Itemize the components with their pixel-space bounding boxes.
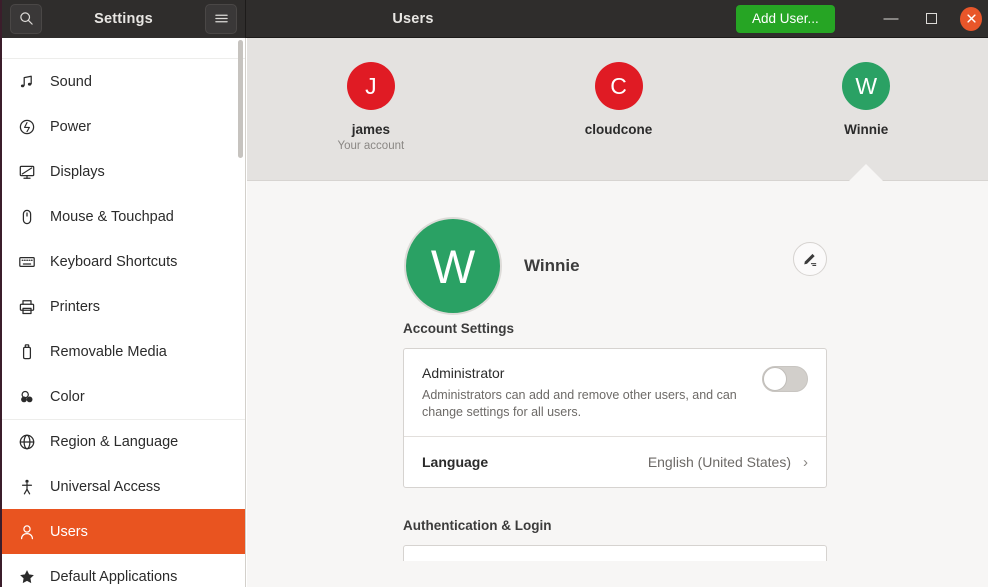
sidebar-item-color[interactable]: Color	[2, 374, 245, 419]
sidebar-item-displays[interactable]: Displays	[2, 149, 245, 194]
window-title: Settings	[94, 10, 153, 27]
printer-icon	[18, 298, 36, 316]
star-icon	[18, 568, 36, 586]
authentication-card	[403, 545, 827, 561]
language-value: English (United States)	[647, 454, 791, 470]
sidebar-item-label: Keyboard Shortcuts	[50, 253, 178, 270]
account-settings-card: Administrator Administrators can add and…	[403, 348, 827, 488]
authentication-title: Authentication & Login	[403, 518, 552, 533]
carousel-user-name: cloudcone	[584, 122, 653, 137]
sidebar-item-label: Color	[50, 388, 85, 405]
carousel-user-subtitle: Your account	[337, 140, 405, 152]
mouse-icon	[18, 208, 36, 226]
minimize-button[interactable]: —	[880, 8, 902, 30]
carousel-user-name: Winnie	[844, 122, 889, 137]
sidebar-clipped-row	[2, 38, 245, 59]
language-label: Language	[422, 454, 489, 470]
add-user-button[interactable]: Add User...	[736, 4, 835, 33]
sidebar-item-label: Removable Media	[50, 343, 167, 360]
sidebar-item-users[interactable]: Users	[2, 509, 245, 554]
sidebar-item-label: Sound	[50, 73, 92, 90]
sidebar-list: Sound Power Displays Mouse & Touchpad Keyboa…	[2, 59, 245, 587]
carousel-user-name: james	[351, 122, 390, 137]
window-controls: —	[880, 0, 982, 38]
title-bar: Settings Users Add User... —	[2, 0, 988, 38]
sound-icon	[18, 73, 36, 91]
toggle-knob	[763, 367, 787, 391]
main-content: Jjames Your account Ccloudcone W Winnie W Wi…	[247, 38, 988, 587]
profile-header: W Winnie	[247, 181, 988, 321]
user-icon	[18, 523, 36, 541]
profile-name: Winnie	[524, 256, 580, 275]
maximize-button[interactable]	[920, 8, 942, 30]
administrator-toggle[interactable]	[762, 366, 808, 392]
sidebar: Sound Power Displays Mouse & Touchpad Keyboa…	[2, 38, 246, 587]
removable-media-icon	[18, 343, 36, 361]
page-title: Users	[392, 10, 434, 27]
sidebar-item-label: Universal Access	[50, 478, 161, 495]
carousel-user-cloudcone[interactable]: Ccloudcone	[495, 62, 743, 137]
sidebar-scrollbar-thumb[interactable]	[238, 40, 243, 158]
sidebar-scrollbar[interactable]	[237, 38, 244, 587]
titlebar-right-section: Users Add User... —	[246, 0, 988, 38]
sidebar-item-label: Printers	[50, 298, 100, 315]
power-icon	[18, 118, 36, 136]
sidebar-item-mouse-touchpad[interactable]: Mouse & Touchpad	[2, 194, 245, 239]
sidebar-item-label: Default Applications	[50, 568, 178, 585]
carousel-user-james[interactable]: Jjames Your account	[247, 62, 495, 152]
sidebar-item-region-language[interactable]: Region & Language	[2, 419, 245, 464]
color-icon	[18, 388, 36, 406]
displays-icon	[18, 163, 36, 181]
account-settings-title: Account Settings	[403, 321, 515, 336]
pencil-edit-icon[interactable]	[793, 242, 827, 276]
administrator-description: Administrators can add and remove other …	[422, 388, 737, 419]
sidebar-item-label: Users	[50, 523, 88, 540]
search-icon[interactable]	[10, 3, 42, 34]
carousel-user-winnie[interactable]: W Winnie	[742, 62, 988, 137]
administrator-row: Administrator Administrators can add and…	[404, 349, 826, 436]
globe-icon	[18, 433, 36, 451]
user-carousel: Jjames Your account Ccloudcone W Winnie	[247, 38, 988, 181]
sidebar-item-label: Displays	[50, 163, 105, 180]
account-settings-section: Account Settings Administrator Administr…	[403, 321, 827, 488]
maximize-icon	[925, 13, 937, 24]
sidebar-item-printers[interactable]: Printers	[2, 284, 245, 329]
sidebar-item-universal-access[interactable]: Universal Access	[2, 464, 245, 509]
sidebar-item-removable-media[interactable]: Removable Media	[2, 329, 245, 374]
avatar[interactable]: W	[404, 217, 502, 315]
avatar: J	[346, 62, 395, 110]
sidebar-item-keyboard-shortcuts[interactable]: Keyboard Shortcuts	[2, 239, 245, 284]
hamburger-menu-icon[interactable]	[205, 3, 237, 34]
chevron-right-icon: ›	[803, 453, 808, 471]
language-row[interactable]: Language English (United States) ›	[404, 436, 826, 487]
sidebar-item-label: Power	[50, 118, 92, 135]
keyboard-icon	[18, 253, 36, 271]
accessibility-icon	[18, 478, 36, 496]
sidebar-item-label: Region & Language	[50, 434, 179, 450]
close-button[interactable]	[960, 6, 982, 31]
minimize-icon: —	[883, 10, 899, 27]
avatar: C	[594, 62, 643, 110]
sidebar-item-label: Mouse & Touchpad	[50, 208, 174, 225]
selected-user-pointer	[849, 164, 884, 181]
titlebar-left-section: Settings	[2, 0, 246, 38]
authentication-section: Authentication & Login	[403, 518, 827, 561]
administrator-label: Administrator	[422, 365, 505, 381]
settings-window: Settings Users Add User... — Sound Power…	[0, 0, 988, 587]
avatar: W	[842, 62, 891, 110]
sidebar-item-power[interactable]: Power	[2, 104, 245, 149]
close-icon	[960, 6, 982, 31]
sidebar-item-default-applications[interactable]: Default Applications	[2, 554, 245, 587]
sidebar-item-sound[interactable]: Sound	[2, 59, 245, 104]
